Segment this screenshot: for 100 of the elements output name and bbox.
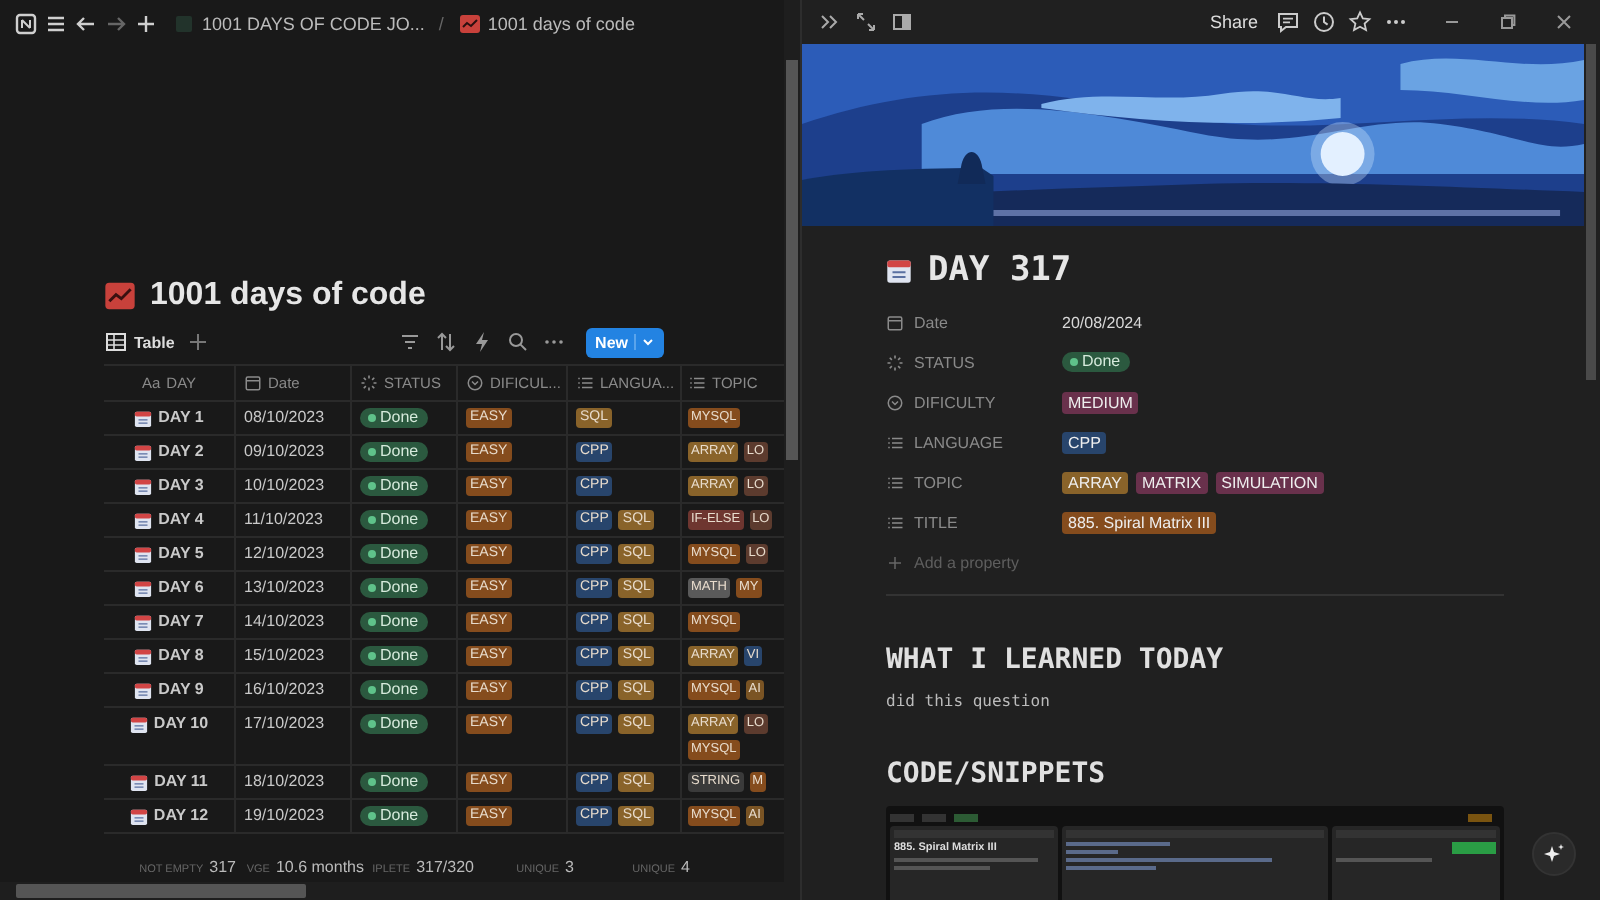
day-title[interactable]: DAY 1 [158,408,204,426]
day-title[interactable]: DAY 10 [153,714,209,732]
day-title[interactable]: DAY 7 [158,612,204,630]
property-label[interactable]: LANGUAGE [914,433,1003,451]
list-icon [688,374,706,392]
table-icon [104,330,128,354]
share-button[interactable]: Share [1209,12,1258,32]
date-cell: 14/10/2023 [244,612,325,630]
property-tag[interactable]: MATRIX [1135,471,1208,493]
breadcrumb-link[interactable]: 1001 days of code [487,14,635,34]
calendar-icon [134,444,153,462]
side-panel-icon[interactable] [890,10,914,34]
back-arrow-icon[interactable] [74,12,98,36]
calendar-icon [134,410,153,428]
day-title[interactable]: DAY 9 [158,680,204,698]
property-label[interactable]: STATUS [914,353,975,371]
paragraph: did this question [886,692,1052,710]
day-title[interactable]: DAY 3 [158,476,204,494]
caret-icon[interactable] [634,334,656,350]
date-cell: 10/10/2023 [244,476,325,494]
horizontal-scrollbar[interactable] [0,882,784,900]
status-icon [886,353,904,371]
date-cell: 17/10/2023 [244,714,325,732]
property-label[interactable]: DIFICULTY [914,393,996,411]
double-chevron-icon[interactable] [818,10,842,34]
close-icon[interactable] [1552,10,1576,34]
list-icon [576,374,594,392]
sort-icon[interactable] [433,330,458,354]
calculation-value: 4 [681,857,690,875]
calendar-icon [134,614,153,632]
status-pill[interactable]: Done [1062,352,1131,372]
property-tag[interactable]: ARRAY [1062,471,1128,493]
ai-assistant-button[interactable] [1532,832,1576,876]
date-cell: 16/10/2023 [244,680,325,698]
status-pill: Done [360,680,429,700]
section-heading: WHAT I LEARNED TODAY [886,644,1226,676]
list-icon [886,473,904,491]
status-pill: Done [360,646,429,666]
day-title[interactable]: DAY 11 [154,772,208,790]
day-title[interactable]: DAY 12 [153,806,209,824]
day-title[interactable]: DAY 4 [158,510,204,528]
calendar-icon [134,546,153,564]
date-cell: 09/10/2023 [244,442,325,460]
vertical-scrollbar[interactable] [784,0,800,900]
calculation-value: 3 [565,857,574,875]
page-title: DAY 317 [928,250,1072,290]
notion-logo-icon[interactable] [14,12,38,36]
list-icon [886,433,904,451]
property-tag[interactable]: SIMULATION [1215,471,1324,493]
status-pill: Done [360,772,429,792]
status-pill: Done [360,806,429,826]
status-pill: Done [360,544,429,564]
status-pill: Done [360,408,429,428]
calendar-icon [886,257,912,283]
table-view-tab[interactable]: Table [104,330,175,354]
calendar-icon [134,648,153,666]
property-value[interactable]: 20/08/2024 [1062,313,1143,331]
breadcrumb-separator: / [438,14,444,34]
property-label[interactable]: TOPIC [914,473,963,491]
status-pill: Done [360,578,429,598]
date-cell: 15/10/2023 [244,646,325,664]
calendar-icon [134,478,153,496]
new-button[interactable]: New [585,327,664,357]
property-tag[interactable]: MEDIUM [1062,391,1139,413]
day-title[interactable]: DAY 2 [158,442,204,460]
date-cell: 11/10/2023 [244,510,323,528]
status-pill: Done [360,510,429,530]
status-icon [360,374,378,392]
filter-icon[interactable] [397,330,422,354]
breadcrumb-link[interactable]: 1001 DAYS OF CODE JO... [202,14,425,34]
expand-icon[interactable] [854,10,878,34]
day-title[interactable]: DAY 8 [158,646,204,664]
calculation-value: 10.6 months [275,857,364,875]
date-cell: 19/10/2023 [244,806,325,824]
comment-icon[interactable] [1276,10,1300,34]
date-cell: 18/10/2023 [244,772,325,790]
clock-icon[interactable] [1312,10,1336,34]
property-tag[interactable]: 885. Spiral Matrix III [1062,511,1217,533]
day-title[interactable]: DAY 5 [158,544,204,562]
restore-icon[interactable] [1496,10,1520,34]
section-heading: CODE/SNIPPETS [886,758,1108,790]
day-title[interactable]: DAY 6 [158,578,204,596]
search-icon[interactable] [505,330,530,354]
status-pill: Done [360,476,429,496]
calendar-icon [129,808,148,826]
menu-icon[interactable] [44,12,68,36]
calendar-icon [130,774,149,792]
date-cell: 08/10/2023 [244,408,325,426]
chevron-circle-icon [886,393,904,411]
property-label[interactable]: TITLE [914,513,958,531]
star-icon[interactable] [1348,10,1372,34]
property-tag[interactable]: CPP [1062,431,1107,453]
list-icon [886,513,904,531]
chart-icon [104,280,136,312]
status-pill: Done [360,612,429,632]
calendar-icon [244,374,262,392]
calendar-icon [129,716,148,734]
database-title: 1001 days of code [150,278,426,314]
calendar-icon [886,313,904,331]
property-label[interactable]: Date [914,313,948,331]
